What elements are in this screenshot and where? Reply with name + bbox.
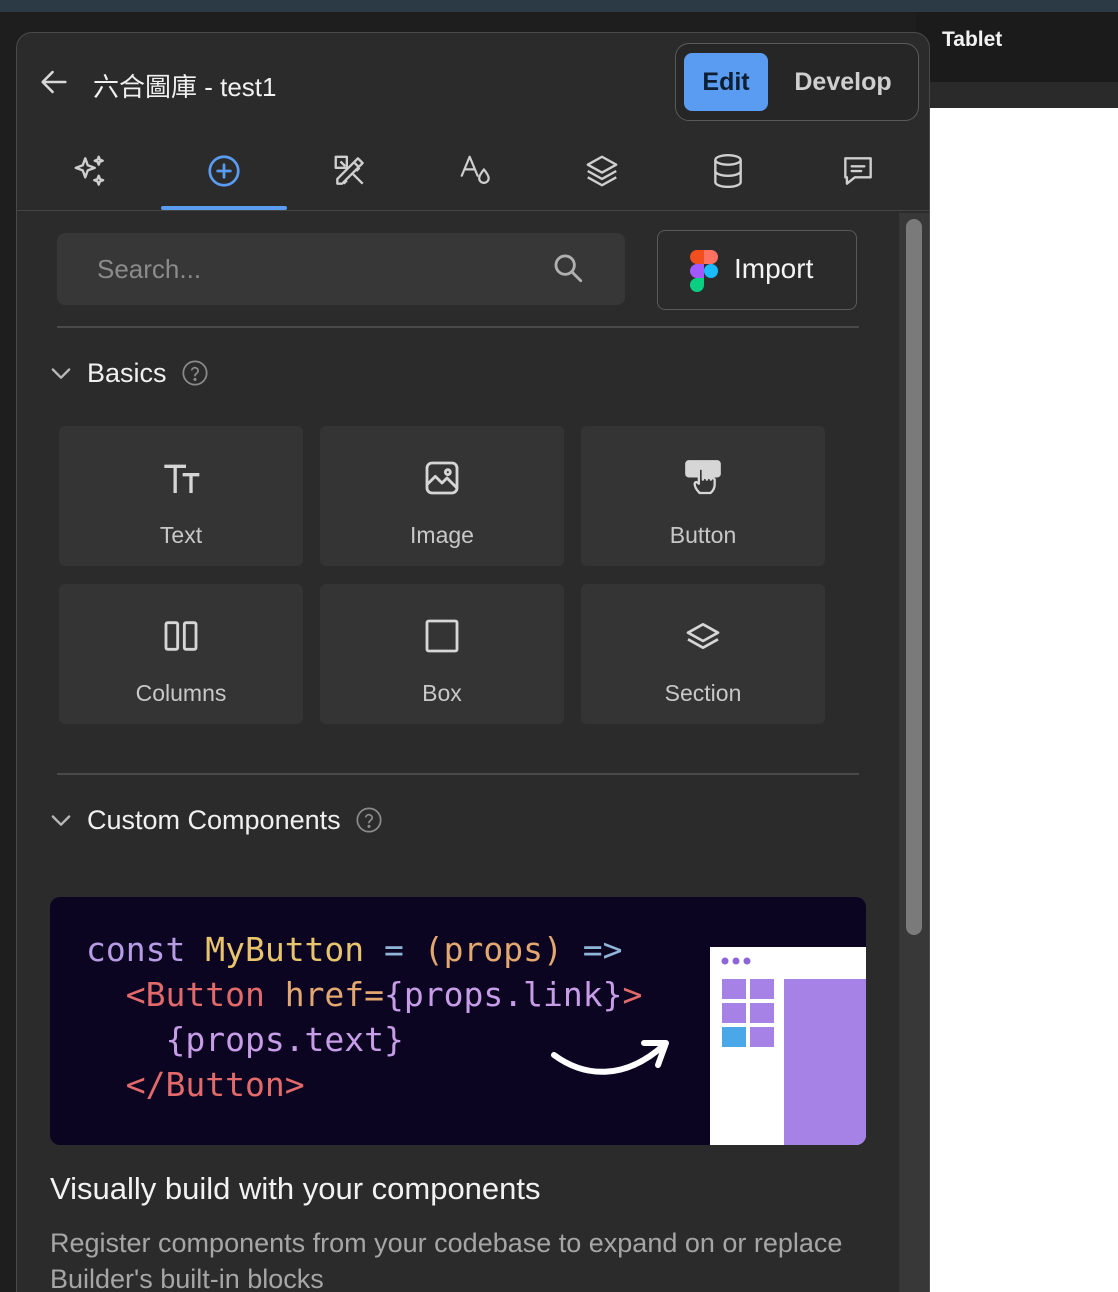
help-icon[interactable] [355,806,383,834]
columns-icon [164,621,198,651]
tab-comments[interactable] [795,131,921,211]
code-operator: = [364,930,424,969]
layers-icon [586,155,618,187]
block-section[interactable]: Section [581,584,825,724]
figma-icon [690,250,718,292]
import-button[interactable]: Import [657,230,857,310]
block-label: Button [669,522,737,548]
plus-circle-icon [208,155,240,187]
custom-components-section-header[interactable]: Custom Components [47,800,383,840]
code-attr-value: {props.link} [384,975,623,1014]
code-tag-close: </Button> [125,1065,305,1104]
code-attr: href= [264,975,385,1014]
promo-title: Visually build with your components [50,1171,541,1206]
code-tag-open: <Button [125,975,265,1014]
search-box [57,233,625,305]
custom-components-title: Custom Components [87,804,341,835]
help-icon[interactable] [181,359,209,387]
block-label: Section [664,680,742,706]
tab-data[interactable] [665,131,791,211]
code-function-name: MyButton [205,930,365,969]
tab-layers[interactable] [539,131,665,211]
text-icon [164,464,200,493]
insert-panel: 六合圖庫 - test1 Edit Develop Search... Impo… [16,32,930,1292]
tab-style[interactable] [287,131,413,211]
block-label: Image [410,522,474,548]
grid-blocks-icon [722,979,774,1047]
preview-canvas: Tablet [916,12,1118,1292]
panel-header: 六合圖庫 - test1 Edit Develop [17,33,929,131]
design-tools-icon [334,155,364,185]
panel-tabs [17,131,929,211]
page-title: 六合圖庫 - test1 [93,72,277,102]
edit-mode-button[interactable]: Edit [684,53,768,111]
mock-content-area [784,979,866,1145]
divider [57,326,859,328]
search-input[interactable] [57,233,547,305]
code-tag-end: > [622,975,643,1014]
curved-arrow-icon [551,1040,669,1075]
search-icon[interactable] [551,251,585,285]
box-icon [425,619,459,653]
panel-content: Import Basics Text Image Button [17,213,897,1292]
block-box[interactable]: Box [320,584,564,724]
tab-insert[interactable] [161,131,287,211]
chevron-down-icon [51,815,71,826]
develop-mode-button[interactable]: Develop [780,53,906,111]
code-keyword: const [86,930,186,969]
code-arrow: => [562,930,623,969]
sparkles-icon [74,155,105,186]
tab-typography[interactable] [413,131,539,211]
window-dots-icon [721,957,751,965]
promo-description: Register components from your codebase t… [50,1228,843,1292]
button-icon [685,460,721,495]
mock-app-window [710,947,866,1145]
chevron-down-icon [51,368,71,379]
block-image[interactable]: Image [320,426,564,566]
arrow-left-icon[interactable] [37,65,71,99]
device-bar: Tablet [916,12,1118,82]
code-args: (props) [423,930,563,969]
block-label: Columns [135,680,227,706]
block-columns[interactable]: Columns [59,584,303,724]
block-button[interactable]: Button [581,426,825,566]
tab-ai[interactable] [27,131,153,211]
image-icon [425,461,459,495]
mode-toggle: Edit Develop [675,43,919,121]
block-label: Box [422,680,462,706]
device-label-tablet[interactable]: Tablet [942,28,1002,52]
block-text[interactable]: Text [59,426,303,566]
basics-section-header[interactable]: Basics [47,353,209,393]
code-children: {props.text} [165,1020,404,1059]
section-icon [686,623,720,649]
device-toolbar [930,82,1118,108]
custom-components-promo: const MyButton = (props) => <Button href… [50,897,866,1145]
font-color-icon [460,155,490,184]
block-label: Text [159,522,203,548]
divider [57,773,859,775]
active-tab-indicator [161,206,287,210]
database-icon [714,153,742,189]
import-label: Import [734,253,814,284]
comment-icon [844,157,872,185]
window-top-strip [0,0,1118,12]
preview-frame[interactable] [930,108,1118,1292]
scrollbar-thumb[interactable] [906,219,922,935]
basics-title: Basics [87,357,167,388]
